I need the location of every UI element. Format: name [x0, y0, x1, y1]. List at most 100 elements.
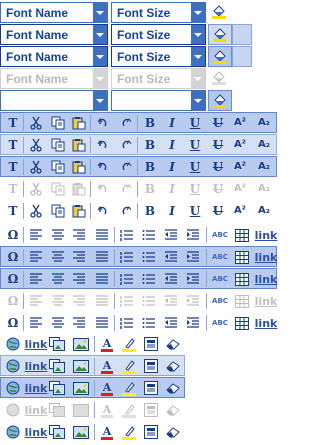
- text-style-icon[interactable]: T: [4, 159, 22, 175]
- insert-link-icon[interactable]: link: [255, 271, 278, 287]
- italic-icon[interactable]: I: [163, 159, 181, 175]
- strikethrough-icon[interactable]: U: [209, 115, 227, 131]
- underline-icon[interactable]: U: [186, 115, 204, 131]
- align-center-icon[interactable]: [49, 227, 67, 243]
- outdent-icon[interactable]: [162, 315, 180, 331]
- italic-icon[interactable]: I: [163, 115, 181, 131]
- image-icon[interactable]: [72, 380, 90, 396]
- font-name-dropdown[interactable]: Font Name: [0, 24, 108, 45]
- font-color-icon[interactable]: A: [98, 358, 116, 374]
- superscript-icon[interactable]: A²: [231, 203, 249, 219]
- justify-icon[interactable]: [93, 227, 111, 243]
- source-icon[interactable]: [142, 424, 160, 440]
- justify-icon[interactable]: [93, 315, 111, 331]
- eraser-icon[interactable]: [164, 358, 182, 374]
- insert-link-icon[interactable]: link: [255, 249, 278, 265]
- fill-color-button[interactable]: [208, 2, 232, 23]
- web-icon[interactable]: [4, 424, 22, 440]
- paste-icon[interactable]: [70, 137, 88, 153]
- numbered-list-icon[interactable]: [118, 271, 136, 287]
- insert-link-icon[interactable]: link: [255, 315, 278, 331]
- link-icon[interactable]: link: [25, 336, 48, 352]
- cut-icon[interactable]: [27, 115, 45, 131]
- chevron-down-icon[interactable]: [191, 47, 205, 66]
- align-center-icon[interactable]: [49, 315, 67, 331]
- copy-icon[interactable]: [49, 203, 67, 219]
- numbered-list-icon[interactable]: [118, 315, 136, 331]
- image-gallery-icon[interactable]: [48, 380, 66, 396]
- redo-icon[interactable]: [117, 137, 135, 153]
- indent-icon[interactable]: [184, 249, 202, 265]
- align-right-icon[interactable]: [70, 249, 88, 265]
- highlight-icon[interactable]: [120, 336, 138, 352]
- bold-icon[interactable]: B: [141, 159, 159, 175]
- subscript-icon[interactable]: A₂: [255, 203, 273, 219]
- table-icon[interactable]: [233, 271, 251, 287]
- special-char-icon[interactable]: Ω: [4, 227, 22, 243]
- special-char-icon[interactable]: Ω: [4, 271, 22, 287]
- underline-icon[interactable]: U: [186, 159, 204, 175]
- undo-icon[interactable]: [94, 115, 112, 131]
- highlight-icon[interactable]: [120, 380, 138, 396]
- undo-icon[interactable]: [94, 203, 112, 219]
- subscript-icon[interactable]: A₂: [255, 137, 273, 153]
- align-left-icon[interactable]: [27, 227, 45, 243]
- chevron-down-icon[interactable]: [191, 25, 205, 44]
- source-icon[interactable]: [142, 380, 160, 396]
- chevron-down-icon[interactable]: [93, 3, 107, 22]
- superscript-icon[interactable]: A²: [231, 137, 249, 153]
- eraser-icon[interactable]: [164, 380, 182, 396]
- chevron-down-icon[interactable]: [191, 3, 205, 22]
- cut-icon[interactable]: [27, 159, 45, 175]
- link-icon[interactable]: link: [25, 424, 48, 440]
- font-name-dropdown[interactable]: Font Name: [0, 46, 108, 67]
- link-icon[interactable]: link: [25, 380, 48, 396]
- indent-icon[interactable]: [184, 315, 202, 331]
- chevron-down-icon[interactable]: [93, 25, 107, 44]
- web-icon[interactable]: [4, 380, 22, 396]
- special-char-icon[interactable]: Ω: [4, 315, 22, 331]
- image-icon[interactable]: [72, 358, 90, 374]
- table-icon[interactable]: [233, 315, 251, 331]
- indent-icon[interactable]: [184, 271, 202, 287]
- underline-icon[interactable]: U: [186, 203, 204, 219]
- paste-icon[interactable]: [70, 159, 88, 175]
- font-size-dropdown[interactable]: Font Size: [111, 46, 206, 67]
- align-center-icon[interactable]: [49, 271, 67, 287]
- spellcheck-icon[interactable]: ABC: [210, 249, 230, 265]
- align-right-icon[interactable]: [70, 271, 88, 287]
- subscript-icon[interactable]: A₂: [255, 159, 273, 175]
- link-icon[interactable]: link: [25, 358, 48, 374]
- justify-icon[interactable]: [93, 271, 111, 287]
- copy-icon[interactable]: [49, 159, 67, 175]
- chevron-down-icon[interactable]: [93, 47, 107, 66]
- text-style-icon[interactable]: T: [4, 115, 22, 131]
- superscript-icon[interactable]: A²: [231, 115, 249, 131]
- fill-color-button[interactable]: [208, 24, 232, 45]
- table-icon[interactable]: [233, 249, 251, 265]
- font-color-icon[interactable]: A: [98, 424, 116, 440]
- spellcheck-icon[interactable]: ABC: [210, 271, 230, 287]
- insert-link-icon[interactable]: link: [255, 227, 278, 243]
- bold-icon[interactable]: B: [141, 203, 159, 219]
- paste-icon[interactable]: [70, 115, 88, 131]
- table-icon[interactable]: [233, 227, 251, 243]
- undo-icon[interactable]: [94, 137, 112, 153]
- web-icon[interactable]: [4, 358, 22, 374]
- indent-icon[interactable]: [184, 227, 202, 243]
- font-size-dropdown[interactable]: [111, 90, 206, 111]
- strikethrough-icon[interactable]: U: [209, 203, 227, 219]
- italic-icon[interactable]: I: [163, 137, 181, 153]
- web-icon[interactable]: [4, 336, 22, 352]
- image-gallery-icon[interactable]: [48, 424, 66, 440]
- redo-icon[interactable]: [117, 159, 135, 175]
- underline-icon[interactable]: U: [186, 137, 204, 153]
- spellcheck-icon[interactable]: ABC: [210, 315, 230, 331]
- bold-icon[interactable]: B: [141, 137, 159, 153]
- strikethrough-icon[interactable]: U: [209, 159, 227, 175]
- font-size-dropdown[interactable]: Font Size: [111, 2, 206, 23]
- numbered-list-icon[interactable]: [118, 227, 136, 243]
- bold-icon[interactable]: B: [141, 115, 159, 131]
- bullet-list-icon[interactable]: [140, 271, 158, 287]
- fill-color-button[interactable]: [208, 46, 232, 67]
